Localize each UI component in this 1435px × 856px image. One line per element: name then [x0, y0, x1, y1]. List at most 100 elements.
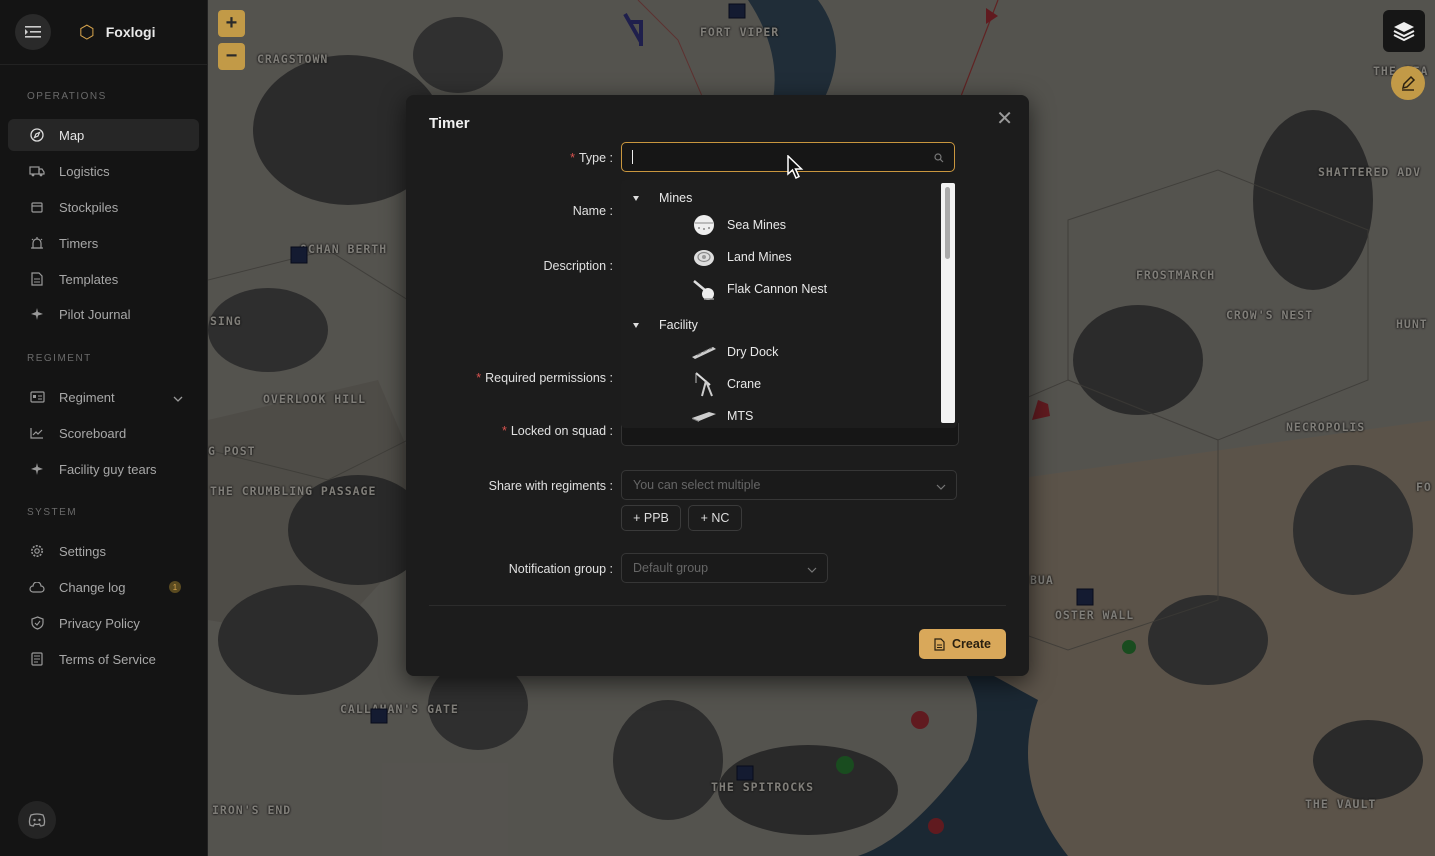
menu-icon: [25, 26, 41, 38]
dropdown-item-label: Crane: [727, 377, 762, 391]
sidebar-item-label: Map: [59, 127, 85, 143]
plane-icon: [29, 307, 45, 321]
alarm-icon: [29, 236, 45, 250]
squad-label: * Locked on squad :: [501, 424, 613, 438]
sidebar-item-pilot-journal[interactable]: Pilot Journal: [8, 298, 199, 330]
id-card-icon: [29, 391, 45, 403]
flak-cannon-icon: [691, 276, 717, 302]
sidebar-item-map[interactable]: Map: [8, 119, 199, 151]
sidebar-item-label: Scoreboard: [59, 425, 127, 441]
zoom-in-button[interactable]: +: [218, 10, 245, 37]
document-icon: [29, 652, 45, 666]
dropdown-item-land-mines[interactable]: Land Mines: [691, 244, 792, 270]
section-heading-regiment: REGIMENT: [27, 353, 92, 364]
search-icon: [934, 150, 944, 168]
name-label-text: Name: [572, 204, 607, 218]
sidebar-item-logistics[interactable]: Logistics: [8, 155, 199, 187]
select-placeholder: Default group: [633, 561, 709, 575]
mouse-cursor-icon: [787, 155, 804, 180]
description-label: Description :: [543, 259, 613, 273]
sidebar-item-label: Facility guy tears: [59, 461, 157, 477]
plane-icon: [29, 462, 45, 476]
type-label: * Type :: [570, 151, 613, 165]
required-asterisk: *: [501, 424, 507, 438]
dropdown-item-mts[interactable]: MTS: [691, 403, 753, 428]
dropdown-item-label: Sea Mines: [727, 218, 787, 232]
box-icon: [29, 200, 45, 214]
land-mine-icon: [691, 244, 717, 270]
cloud-icon: [29, 581, 45, 593]
create-button-label: Create: [952, 637, 991, 651]
modal-divider: [429, 605, 1006, 606]
change-log-badge: 1: [169, 581, 181, 593]
notification-label-text: Notification group: [508, 562, 607, 576]
sidebar-item-label: Terms of Service: [59, 651, 156, 667]
section-heading-system: SYSTEM: [27, 507, 78, 518]
sidebar-item-privacy-policy[interactable]: Privacy Policy: [8, 607, 199, 639]
dropdown-scrollbar[interactable]: [941, 183, 955, 423]
timer-modal: Timer ✕ * Type : Name : Description : * Re…: [406, 95, 1029, 676]
dropdown-group-label: Mines: [659, 191, 693, 205]
sidebar-item-change-log[interactable]: Change log 1: [8, 571, 199, 603]
zoom-out-button[interactable]: −: [218, 43, 245, 70]
chevron-down-icon: [936, 479, 946, 493]
dropdown-item-sea-mines[interactable]: Sea Mines: [691, 212, 786, 238]
sidebar-item-label: Timers: [59, 235, 99, 251]
dropdown-item-flak-cannon-nest[interactable]: Flak Cannon Nest: [691, 276, 827, 302]
description-label-text: Description: [543, 259, 607, 273]
share-with-regiments-select[interactable]: You can select multiple: [621, 470, 957, 500]
dropdown-group-facility[interactable]: Facility: [633, 318, 698, 332]
sidebar-item-label: Settings: [59, 543, 106, 559]
sidebar-item-terms-of-service[interactable]: Terms of Service: [8, 643, 199, 675]
share-label: Share with regiments :: [488, 479, 613, 493]
truck-icon: [29, 165, 45, 177]
type-dropdown: Mines Sea Mines Land Mines Flak Cannon N…: [621, 180, 957, 428]
dropdown-item-label: Dry Dock: [727, 345, 779, 359]
pencil-icon: [1401, 75, 1416, 91]
notification-group-select[interactable]: Default group: [621, 553, 828, 583]
dropdown-item-crane[interactable]: Crane: [691, 371, 761, 397]
sea-mine-icon: [691, 212, 717, 238]
dropdown-item-dry-dock[interactable]: Dry Dock: [691, 339, 778, 365]
dropdown-item-label: MTS: [727, 409, 754, 423]
sidebar-item-templates[interactable]: Templates: [8, 263, 199, 295]
brand-row: ⬡ Foxlogi: [0, 0, 207, 65]
permissions-label-text: Required permissions: [485, 371, 607, 385]
sidebar-item-timers[interactable]: Timers: [8, 227, 199, 259]
sidebar-item-settings[interactable]: Settings: [8, 535, 199, 567]
discord-button[interactable]: [18, 801, 56, 839]
chevron-down-icon: [807, 562, 817, 576]
line-chart-icon: [29, 427, 45, 439]
file-icon: [29, 272, 45, 286]
scrollbar-thumb[interactable]: [945, 187, 950, 259]
required-asterisk: *: [570, 151, 575, 165]
compass-icon: [29, 128, 45, 142]
sidebar-item-scoreboard[interactable]: Scoreboard: [8, 417, 199, 449]
sidebar-item-stockpiles[interactable]: Stockpiles: [8, 191, 199, 223]
create-button[interactable]: Create: [919, 629, 1006, 659]
text-caret: [632, 150, 633, 164]
edit-button[interactable]: [1391, 66, 1425, 100]
permissions-label: * Required permissions :: [476, 371, 613, 385]
layers-button[interactable]: [1383, 10, 1425, 52]
sidebar-item-regiment[interactable]: Regiment: [8, 381, 199, 413]
shield-icon: [29, 616, 45, 630]
dry-dock-icon: [691, 339, 717, 365]
add-nc-button[interactable]: + NC: [688, 505, 742, 531]
sidebar-item-label: Stockpiles: [59, 199, 119, 215]
crane-icon: [691, 371, 717, 397]
dropdown-group-label: Facility: [659, 318, 698, 332]
mts-icon: [691, 403, 717, 428]
menu-toggle-button[interactable]: [15, 14, 51, 50]
discord-icon: [28, 813, 46, 827]
modal-title: Timer: [429, 115, 470, 132]
app-name: Foxlogi: [105, 24, 156, 40]
add-ppb-button[interactable]: + PPB: [621, 505, 681, 531]
gear-icon: [29, 544, 45, 558]
sidebar-item-facility-guy-tears[interactable]: Facility guy tears: [8, 453, 199, 485]
sidebar: ⬡ Foxlogi OPERATIONS Map Logistics Stock…: [0, 0, 208, 856]
sidebar-item-label: Change log: [59, 579, 126, 595]
close-icon[interactable]: ✕: [996, 109, 1013, 129]
dropdown-group-mines[interactable]: Mines: [633, 191, 692, 205]
dropdown-item-label: Land Mines: [727, 250, 792, 264]
